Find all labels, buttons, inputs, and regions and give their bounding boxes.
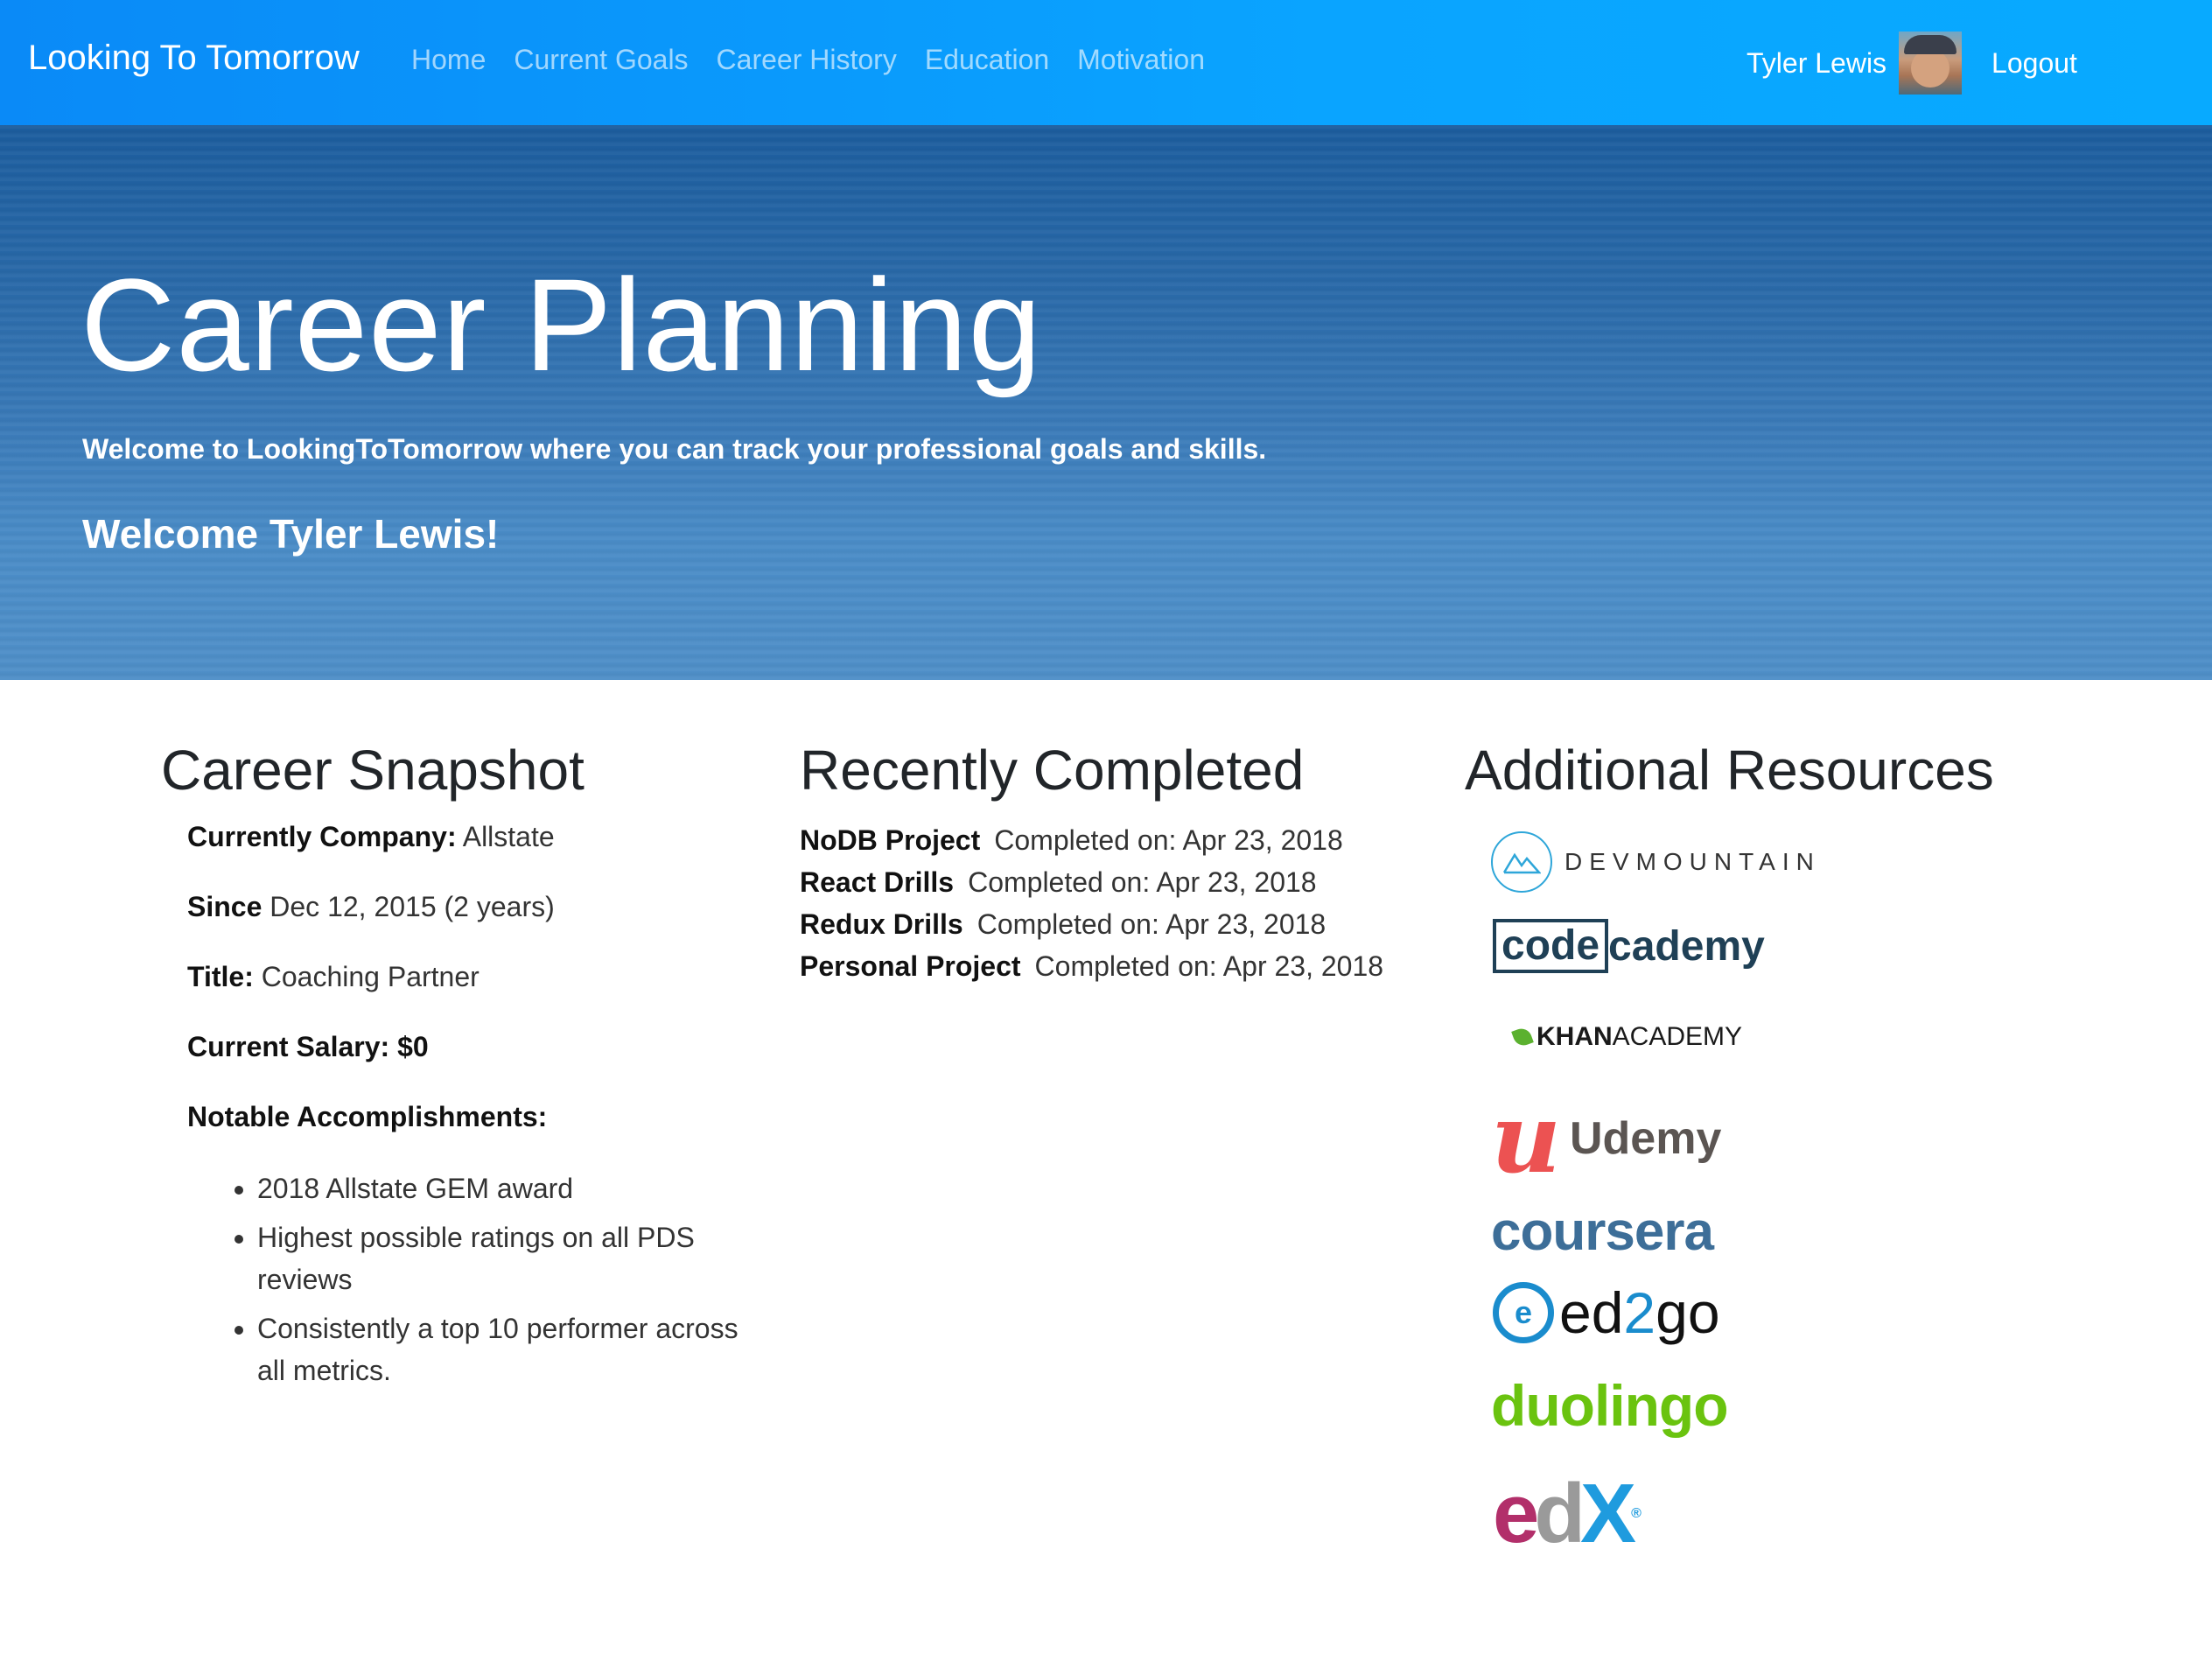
codecademy-box: code [1493, 919, 1609, 973]
khan-academy-logo-link[interactable]: KHAN ACADEMY [1511, 1022, 1743, 1052]
codecademy-logo-link[interactable]: code cademy [1493, 919, 1765, 973]
edx-x: X [1580, 1467, 1636, 1560]
title-label: Title: [187, 961, 254, 992]
accomplishments-heading: Notable Accomplishments: [187, 1101, 547, 1133]
job-title: Title: Coaching Partner [187, 961, 480, 993]
recently-completed-heading: Recently Completed [800, 739, 1305, 802]
coursera-logo-link[interactable]: coursera [1491, 1201, 1714, 1263]
user-name: Tyler Lewis [1746, 46, 1887, 79]
mountain-icon [1491, 831, 1552, 893]
additional-resources-heading: Additional Resources [1465, 739, 1994, 802]
edx-logo-link[interactable]: edX® [1493, 1472, 1642, 1556]
nav-link-education[interactable]: Education [925, 44, 1049, 76]
ed2go-wordmark: ed2go [1559, 1279, 1720, 1346]
list-item: NoDB Project Completed on: Apr 23, 2018 [800, 819, 1383, 861]
since-date: Since Dec 12, 2015 (2 years) [187, 891, 555, 923]
duolingo-logo-link[interactable]: duolingo [1491, 1372, 1729, 1439]
item-name: Personal Project [800, 950, 1021, 982]
page-title: Career Planning [80, 251, 1042, 398]
edx-d: d [1534, 1467, 1586, 1560]
logout-link[interactable]: Logout [1992, 47, 2077, 80]
item-completed: Completed on: Apr 23, 2018 [976, 908, 1326, 940]
company-value: Allstate [462, 821, 555, 852]
list-item: Highest possible ratings on all PDS revi… [257, 1216, 747, 1300]
accomplishments-list: 2018 Allstate GEM award Highest possible… [219, 1167, 747, 1398]
since-value: Dec 12, 2015 (2 years) [270, 891, 555, 922]
since-label: Since [187, 891, 262, 922]
ed2go-circle-icon: e [1493, 1282, 1554, 1343]
company-label: Currently Company: [187, 821, 457, 852]
salary-value: $0 [397, 1031, 429, 1062]
brand-link[interactable]: Looking To Tomorrow [28, 39, 360, 78]
welcome-message: Welcome Tyler Lewis! [82, 511, 500, 557]
ed2go-post: go [1656, 1280, 1720, 1345]
ed2go-pre: ed [1559, 1280, 1624, 1345]
devmountain-wordmark: DEVMOUNTAIN [1564, 848, 1821, 875]
title-value: Coaching Partner [261, 961, 480, 992]
avatar-face [1911, 49, 1950, 88]
item-name: React Drills [800, 866, 955, 898]
item-completed: Completed on: Apr 23, 2018 [994, 824, 1343, 856]
list-item: Consistently a top 10 performer across a… [257, 1307, 747, 1391]
nav-link-career-history[interactable]: Career History [717, 44, 897, 76]
khan-bold: KHAN [1536, 1022, 1613, 1051]
ed2go-mid: 2 [1623, 1280, 1656, 1345]
salary-label: Current Salary: [187, 1031, 390, 1062]
list-item: React Drills Completed on: Apr 23, 2018 [800, 861, 1383, 903]
nav-links: Home Current Goals Career History Educat… [411, 44, 1205, 76]
ed2go-logo-link[interactable]: e ed2go [1493, 1279, 1720, 1346]
codecademy-rest: cademy [1608, 922, 1765, 970]
edx-registered: ® [1631, 1506, 1642, 1521]
mountain-shape [1502, 852, 1541, 874]
item-completed: Completed on: Apr 23, 2018 [968, 866, 1317, 898]
udemy-wordmark: Udemy [1569, 1113, 1722, 1164]
avatar [1899, 32, 1963, 95]
udemy-mark: u [1491, 1082, 1561, 1195]
item-name: NoDB Project [800, 824, 981, 856]
nav-link-motivation[interactable]: Motivation [1077, 44, 1205, 76]
user-area: Tyler Lewis Logout [1746, 32, 2077, 95]
avatar-cap [1904, 35, 1957, 54]
udemy-logo-link[interactable]: u Udemy [1491, 1082, 1722, 1195]
accomplishments-label: Notable Accomplishments: [187, 1101, 548, 1132]
item-name: Redux Drills [800, 908, 963, 940]
list-item: Personal Project Completed on: Apr 23, 20… [800, 945, 1383, 987]
hero-jumbotron: Career Planning Welcome to LookingToTomo… [0, 125, 2212, 680]
nav-link-current-goals[interactable]: Current Goals [514, 44, 688, 76]
edx-e: e [1493, 1467, 1539, 1560]
hero-subtitle: Welcome to LookingToTomorrow where you c… [82, 433, 1267, 465]
leaf-icon [1511, 1026, 1534, 1048]
recently-completed-list: NoDB Project Completed on: Apr 23, 2018 R… [800, 819, 1383, 987]
khan-rest: ACADEMY [1612, 1022, 1743, 1051]
list-item: 2018 Allstate GEM award [257, 1167, 747, 1209]
current-company: Currently Company: Allstate [187, 821, 555, 853]
devmountain-logo-link[interactable]: DEVMOUNTAIN [1491, 831, 1821, 893]
item-completed: Completed on: Apr 23, 2018 [1034, 950, 1384, 982]
career-snapshot-heading: Career Snapshot [161, 739, 584, 802]
current-salary: Current Salary: $0 [187, 1031, 429, 1063]
nav-link-home[interactable]: Home [411, 44, 486, 76]
list-item: Redux Drills Completed on: Apr 23, 2018 [800, 903, 1383, 945]
top-navbar: Looking To Tomorrow Home Current Goals C… [0, 0, 2212, 125]
